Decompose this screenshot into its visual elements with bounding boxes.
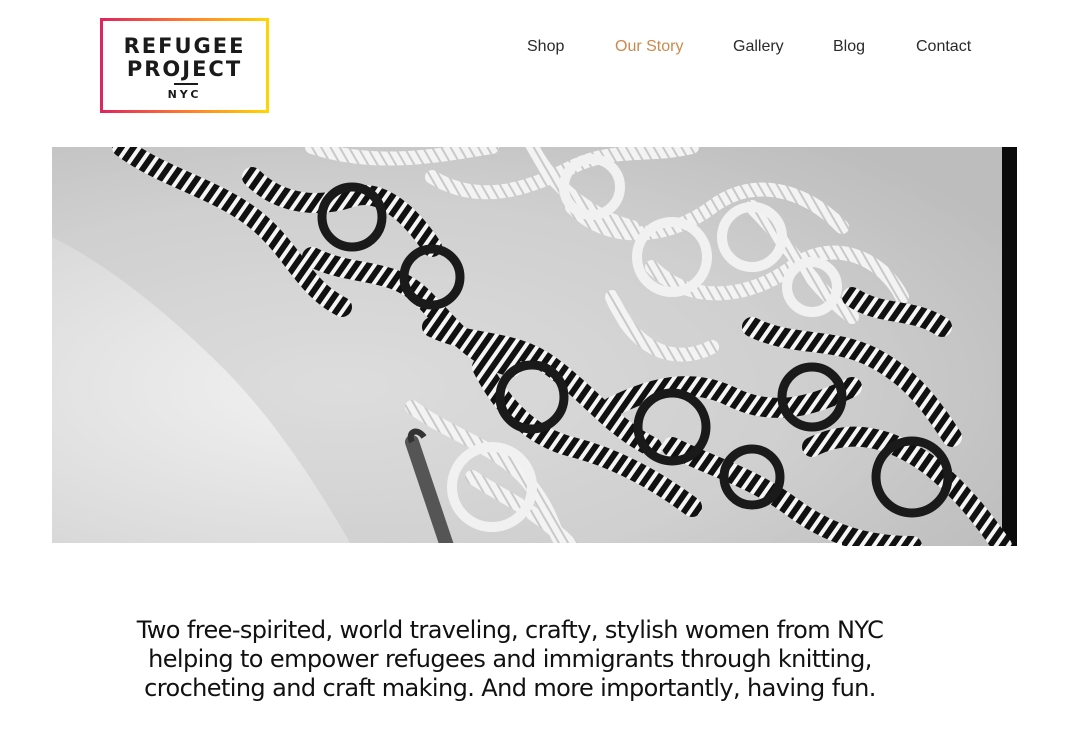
nav-item-blog[interactable]: Blog [833, 38, 865, 56]
hero-image [52, 147, 1017, 546]
logo[interactable]: REFUGEE PROJECT NYC [100, 18, 269, 113]
logo-divider [174, 83, 198, 85]
nav-item-gallery[interactable]: Gallery [733, 38, 784, 56]
page: REFUGEE PROJECT NYC Shop Our Story Galle… [0, 0, 1078, 744]
main-nav: Shop Our Story Gallery Blog Contact [520, 38, 990, 60]
nav-item-shop[interactable]: Shop [527, 38, 564, 56]
crochet-photo [52, 147, 1017, 546]
logo-line-2: PROJECT [126, 57, 243, 81]
nav-item-our-story[interactable]: Our Story [615, 38, 683, 56]
nav-item-contact[interactable]: Contact [916, 38, 971, 56]
tagline: Two free-spirited, world traveling, craf… [136, 616, 884, 702]
logo-line-3: NYC [167, 88, 202, 101]
logo-line-1: REFUGEE [123, 34, 246, 58]
